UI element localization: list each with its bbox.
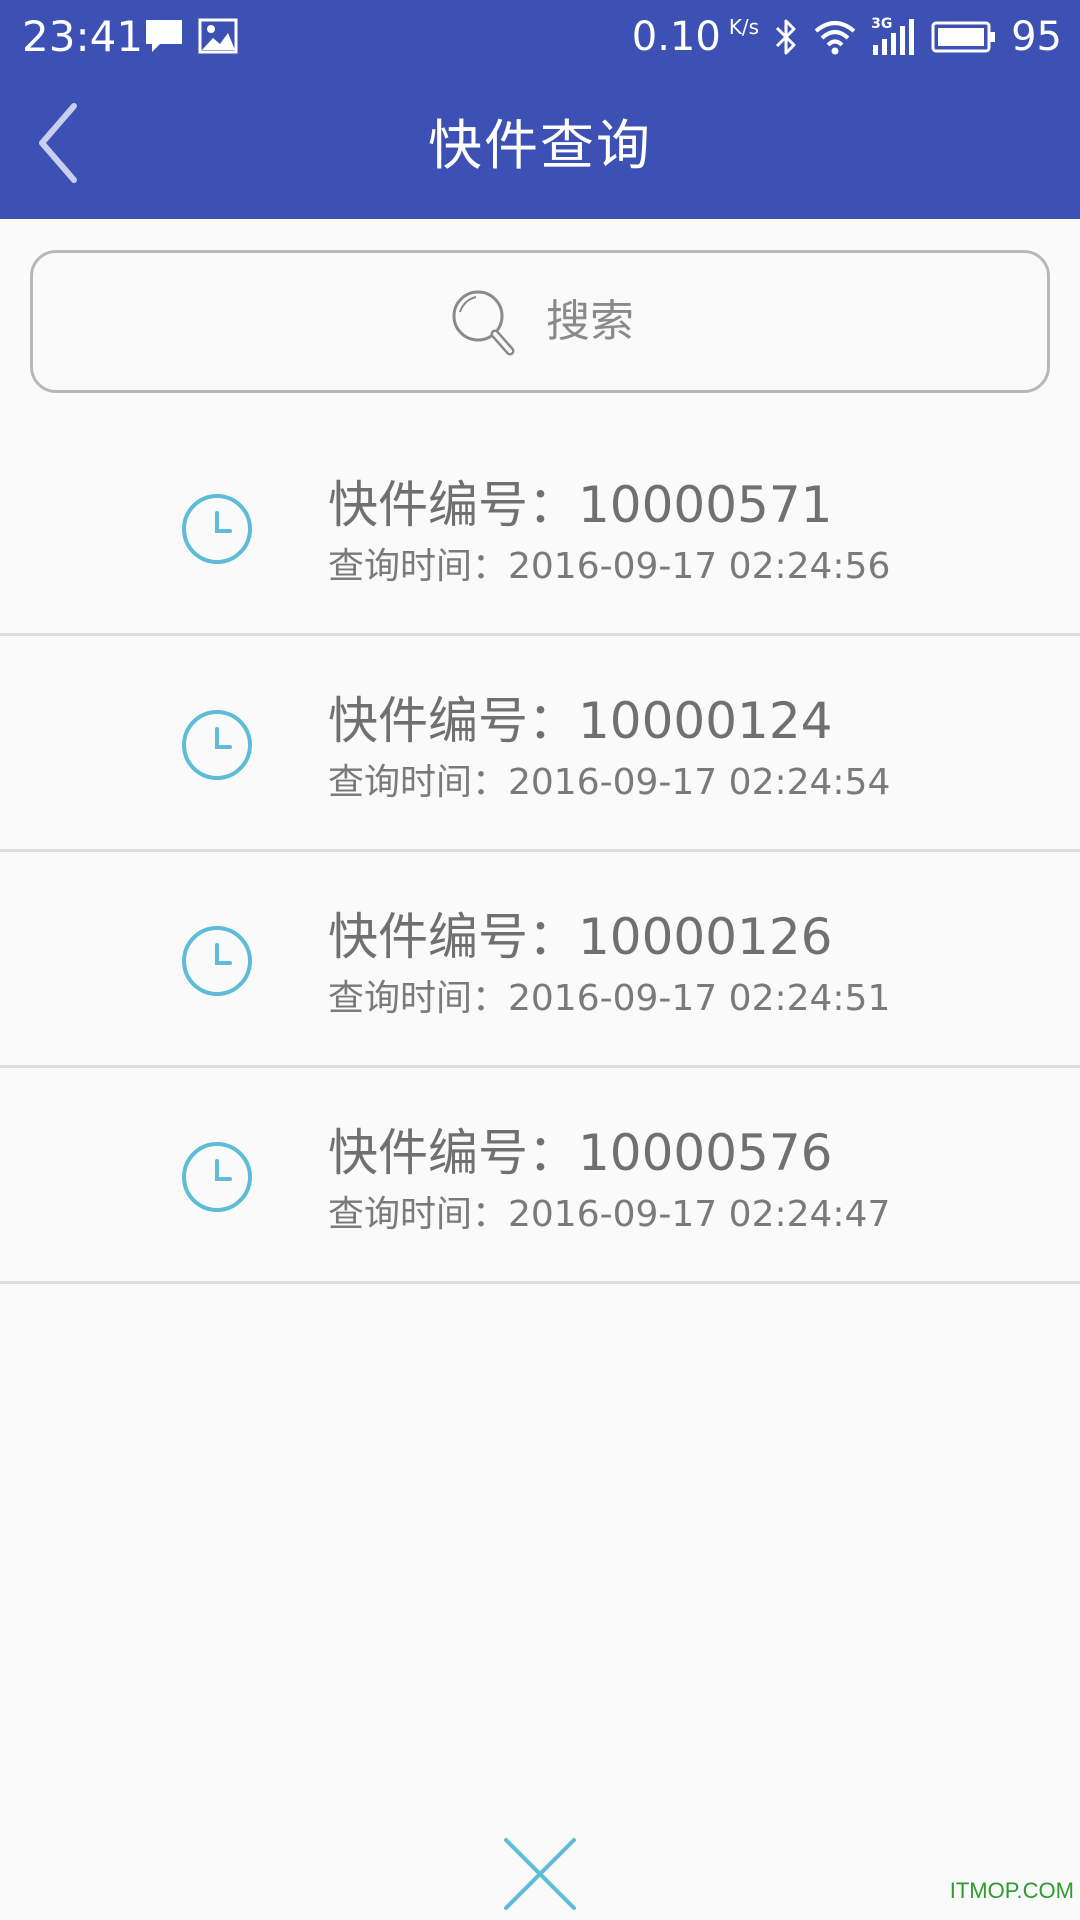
battery-icon xyxy=(931,21,996,53)
close-icon[interactable] xyxy=(500,1834,580,1914)
net-speed-unit: K/s xyxy=(728,15,760,39)
search-input[interactable]: 搜索 xyxy=(30,250,1050,393)
parcel-number: 快件编号：10000576 xyxy=(328,1124,833,1182)
battery-level: 95 xyxy=(1011,14,1062,60)
page-title: 快件查询 xyxy=(428,114,652,177)
message-icon xyxy=(146,20,182,52)
wifi-icon xyxy=(814,21,856,55)
status-time: 23:41 xyxy=(22,12,144,61)
query-time: 查询时间：2016-09-17 02:24:54 xyxy=(328,762,891,803)
notification-icons xyxy=(144,18,238,56)
list-item[interactable]: 快件编号：10000124 查询时间：2016-09-17 02:24:54 xyxy=(0,636,1080,852)
search-placeholder: 搜索 xyxy=(546,295,634,347)
title-bar: 快件查询 xyxy=(0,76,1080,219)
query-time: 查询时间：2016-09-17 02:24:47 xyxy=(328,1194,891,1235)
bluetooth-icon xyxy=(776,19,796,55)
clock-icon xyxy=(182,710,252,780)
image-icon xyxy=(198,18,238,54)
signal-icon: 3G xyxy=(871,17,917,57)
watermark: ITMOP.COM xyxy=(949,1878,1074,1903)
history-list: 快件编号：10000571 查询时间：2016-09-17 02:24:56 快… xyxy=(0,420,1080,1284)
net-speed: 0.10 K/s xyxy=(632,14,759,60)
status-right: 0.10 K/s 3G 95 xyxy=(632,12,1062,62)
list-item[interactable]: 快件编号：10000126 查询时间：2016-09-17 02:24:51 xyxy=(0,852,1080,1068)
parcel-number: 快件编号：10000124 xyxy=(328,692,833,750)
clock-icon xyxy=(182,494,252,564)
app-header: 23:41 0.10 K/s 3G 95 快件查询 xyxy=(0,0,1080,219)
list-item[interactable]: 快件编号：10000571 查询时间：2016-09-17 02:24:56 xyxy=(0,420,1080,636)
parcel-number: 快件编号：10000126 xyxy=(328,908,833,966)
query-time: 查询时间：2016-09-17 02:24:51 xyxy=(328,978,891,1019)
clock-icon xyxy=(182,1142,252,1212)
list-item[interactable]: 快件编号：10000576 查询时间：2016-09-17 02:24:47 xyxy=(0,1068,1080,1284)
clock-icon xyxy=(182,926,252,996)
search-icon xyxy=(452,290,515,355)
net-speed-value: 0.10 xyxy=(631,14,721,60)
query-time: 查询时间：2016-09-17 02:24:56 xyxy=(328,546,891,587)
parcel-number: 快件编号：10000571 xyxy=(328,476,833,534)
status-bar: 23:41 0.10 K/s 3G 95 xyxy=(0,0,1080,76)
